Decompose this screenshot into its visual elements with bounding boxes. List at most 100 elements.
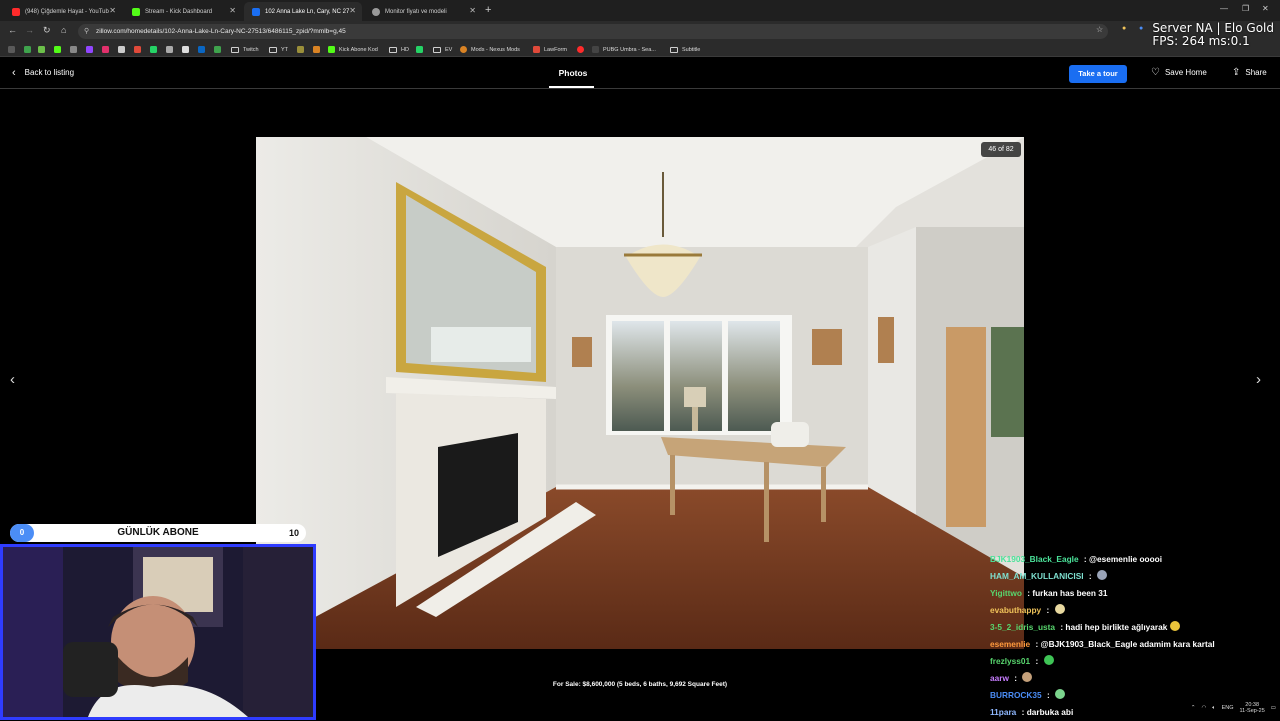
extension-icon[interactable]: ● bbox=[1139, 25, 1143, 32]
share-button[interactable]: ⇪ Share bbox=[1232, 66, 1267, 78]
volume-icon[interactable]: 🔈︎ bbox=[1212, 705, 1215, 712]
language-indicator[interactable]: ENG bbox=[1222, 705, 1234, 711]
emote-icon bbox=[1043, 655, 1054, 665]
bookmark-icon[interactable] bbox=[38, 45, 49, 54]
bookmark-icon[interactable] bbox=[297, 45, 308, 54]
chat-username[interactable]: frezlyss01 bbox=[990, 656, 1030, 666]
bookmark-icon[interactable] bbox=[198, 45, 209, 54]
bookmark-icon[interactable] bbox=[102, 45, 113, 54]
bookmark-icon[interactable] bbox=[134, 45, 145, 54]
chat-username[interactable]: 11para bbox=[990, 707, 1016, 717]
listing-photo[interactable] bbox=[256, 137, 1024, 649]
bookmark-label: PUBG Umbra - Sea... bbox=[603, 46, 656, 53]
maximize-icon[interactable]: ❐ bbox=[1242, 4, 1249, 13]
take-a-tour-button[interactable]: Take a tour bbox=[1069, 65, 1127, 83]
bookmark-label: Subtitle bbox=[682, 46, 701, 53]
chat-separator: : bbox=[1019, 707, 1025, 717]
chat-username[interactable]: HAM_AM_KULLANICISI bbox=[990, 571, 1084, 581]
bookmark-icon[interactable] bbox=[577, 45, 588, 54]
share-icon: ⇪ bbox=[1232, 66, 1241, 78]
photo-counter: 46 of 82 bbox=[981, 142, 1021, 157]
bookmark-icon[interactable] bbox=[150, 45, 161, 54]
back-to-listing-link[interactable]: ‹ Back to listing bbox=[12, 67, 74, 78]
bookmark-folder-yt[interactable]: YT bbox=[269, 45, 288, 54]
address-bar[interactable]: ⚲ zillow.com/homedetails/102-Anna-Lake-L… bbox=[78, 24, 1108, 39]
chat-username[interactable]: 3-5_2_idris_usta bbox=[990, 622, 1055, 632]
previous-photo-chevron-left-icon[interactable]: ‹ bbox=[10, 371, 15, 388]
bookmark-label: Mods - Nexus Mods bbox=[471, 46, 520, 53]
listing-caption: For Sale: $8,600,000 (5 beds, 6 baths, 9… bbox=[552, 681, 728, 688]
tab-title: 102 Anna Lake Ln, Cary, NC 27 bbox=[265, 8, 350, 15]
bookmark-icon[interactable] bbox=[182, 45, 193, 54]
back-icon[interactable]: ← bbox=[8, 25, 17, 35]
chat-separator: : bbox=[1033, 639, 1039, 649]
emote-icon bbox=[1022, 672, 1033, 682]
share-label: Share bbox=[1245, 68, 1267, 77]
close-icon[interactable]: ✕ bbox=[109, 6, 116, 15]
wifi-icon[interactable]: ◠ bbox=[1201, 705, 1206, 711]
bookmark-icon[interactable] bbox=[214, 45, 225, 54]
bookmark-folder-twitch[interactable]: Twitch bbox=[231, 45, 259, 54]
chat-username[interactable]: evabuthappy bbox=[990, 605, 1041, 615]
close-window-icon[interactable]: ✕ bbox=[1262, 4, 1269, 13]
bookmark-folder-hd[interactable]: HD bbox=[389, 45, 409, 54]
apps-icon[interactable] bbox=[8, 45, 19, 54]
folder-icon bbox=[269, 46, 277, 53]
bookmark-icon[interactable] bbox=[54, 45, 65, 54]
bookmark-folder-ev[interactable]: EV bbox=[433, 45, 452, 54]
forward-icon[interactable]: → bbox=[25, 25, 34, 35]
bookmark-icon[interactable] bbox=[313, 45, 324, 54]
new-tab-button[interactable]: + bbox=[485, 4, 491, 16]
bookmark-icon[interactable] bbox=[118, 45, 129, 54]
chat-separator: : bbox=[1044, 690, 1050, 700]
bookmark-folder-subtitle[interactable]: Subtitle bbox=[670, 45, 700, 54]
room-photo-image bbox=[256, 137, 1024, 649]
emote-icon bbox=[1096, 570, 1107, 580]
chat-message: HAM_AM_KULLANICISI : bbox=[990, 568, 1280, 585]
bookmark-label: EV bbox=[445, 46, 453, 53]
save-home-button[interactable]: ♡ Save Home bbox=[1151, 67, 1207, 77]
browser-tab-monitor[interactable]: Monitor fiyatı ve modeli ✕ bbox=[364, 2, 482, 21]
browser-tab-kick[interactable]: Stream - Kick Dashboard ✕ bbox=[124, 2, 242, 21]
chat-username[interactable]: Yigittwo bbox=[990, 588, 1022, 598]
browser-tab-youtube[interactable]: (948) Çiğdemle Hayat - YouTub ✕ bbox=[4, 2, 122, 21]
bookmark-icon[interactable] bbox=[24, 45, 35, 54]
bookmark-star-icon[interactable]: ☆ bbox=[1096, 25, 1103, 34]
active-tab-indicator bbox=[549, 86, 594, 88]
tab-photos[interactable]: Photos bbox=[553, 68, 593, 78]
bookmark-lawform[interactable]: LawForm bbox=[533, 45, 567, 54]
chat-username[interactable]: aarw bbox=[990, 673, 1009, 683]
minimize-icon[interactable]: — bbox=[1220, 4, 1228, 13]
chevron-up-icon[interactable]: ⌃ bbox=[1191, 705, 1196, 711]
next-photo-chevron-right-icon[interactable]: › bbox=[1256, 371, 1261, 388]
chat-text: furkan has been 31 bbox=[1032, 588, 1108, 598]
bookmark-icon[interactable] bbox=[70, 45, 81, 54]
chat-message: esemenlie : @BJK1903_Black_Eagle adamim … bbox=[990, 636, 1280, 653]
nexus-icon bbox=[460, 46, 467, 53]
site-info-icon[interactable]: ⚲ bbox=[84, 24, 89, 39]
bookmark-icon[interactable] bbox=[166, 45, 177, 54]
save-home-label: Save Home bbox=[1164, 68, 1207, 77]
chat-text: @BJK1903_Black_Eagle adamim kara kartal bbox=[1040, 639, 1215, 649]
bookmark-icon[interactable] bbox=[86, 45, 97, 54]
daily-sub-goal-bar: GÜNLÜK ABONE 0 10 bbox=[10, 524, 306, 542]
close-icon[interactable]: ✕ bbox=[349, 6, 356, 15]
extension-icon[interactable]: ● bbox=[1122, 25, 1126, 32]
notifications-icon[interactable]: ▭ bbox=[1271, 705, 1276, 711]
browser-tab-zillow[interactable]: 102 Anna Lake Ln, Cary, NC 27 ✕ bbox=[244, 2, 362, 21]
reload-icon[interactable]: ↻ bbox=[43, 25, 51, 36]
bookmark-nexus-mods[interactable]: Mods - Nexus Mods bbox=[460, 45, 520, 54]
home-icon[interactable]: ⌂ bbox=[61, 25, 66, 35]
close-icon[interactable]: ✕ bbox=[229, 6, 236, 15]
bookmark-icon[interactable] bbox=[416, 45, 427, 54]
chat-separator: : bbox=[1086, 571, 1092, 581]
emote-icon bbox=[1054, 604, 1065, 614]
chat-username[interactable]: BURROCK35 bbox=[990, 690, 1042, 700]
chat-username[interactable]: BJK1903_Black_Eagle bbox=[990, 554, 1079, 564]
clock[interactable]: 20:38 11-Sep-25 bbox=[1240, 702, 1265, 714]
bookmark-kick-abone-kod[interactable]: Kick Abone Kod bbox=[328, 45, 378, 54]
bookmark-pubg-umbra[interactable]: PUBG Umbra - Sea... bbox=[592, 45, 656, 54]
chat-username[interactable]: esemenlie bbox=[990, 639, 1030, 649]
fps-label: FPS: 264 ms:0.1 bbox=[1152, 34, 1250, 48]
close-icon[interactable]: ✕ bbox=[469, 6, 476, 15]
